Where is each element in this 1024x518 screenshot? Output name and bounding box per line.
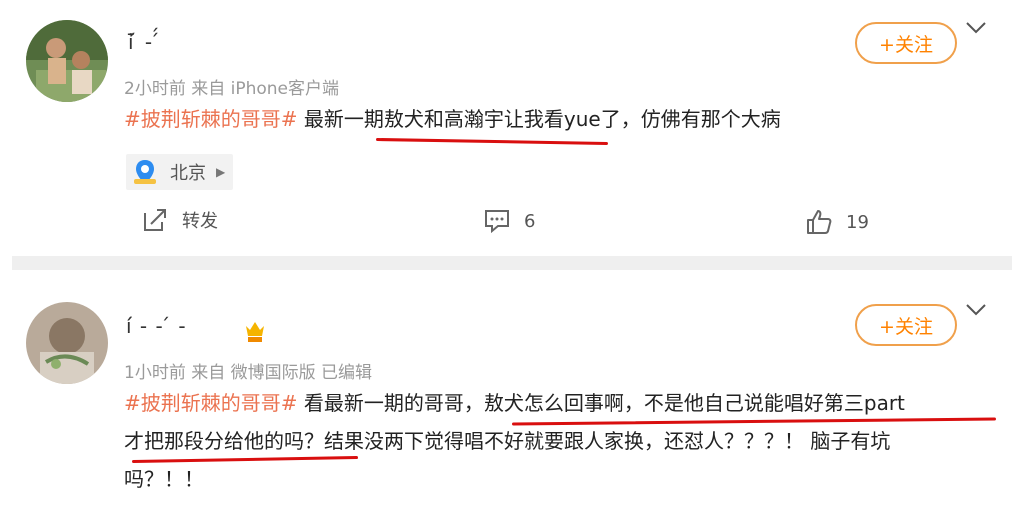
hashtag-link[interactable]: #披荆斩棘的哥哥# [124, 391, 298, 415]
comment-count: 6 [524, 210, 536, 232]
vip-badge-icon [244, 320, 266, 348]
post-text: #披荆斩棘的哥哥# 看最新一期的哥哥，敖犬怎么回事啊，不是他自己说能唱好第三pa… [124, 386, 905, 420]
repost-icon [144, 209, 166, 231]
repost-label: 转发 [182, 211, 218, 232]
post-meta: 2小时前 来自 iPhone客户端 [124, 79, 340, 99]
post-text: #披荆斩棘的哥哥# 最新一期敖犬和高瀚宇让我看yue了，仿佛有那个大病 [124, 102, 781, 136]
avatar[interactable] [26, 302, 108, 384]
hashtag-link[interactable]: #披荆斩棘的哥哥# [124, 107, 298, 131]
location-label: 北京 [170, 163, 206, 184]
chevron-down-icon[interactable] [964, 20, 988, 36]
post-meta: 1小时前 来自 微博国际版 已编辑 [124, 363, 373, 383]
avatar[interactable] [26, 20, 108, 102]
follow-button[interactable]: +关注 [855, 304, 957, 346]
repost-button[interactable]: 转发 [142, 207, 218, 233]
location-tag[interactable]: 北京 ▶ [126, 154, 234, 190]
post-text-line: 最新一期敖犬和高瀚宇让我看yue了，仿佛有那个大病 [303, 107, 781, 131]
thumbs-up-icon [807, 210, 832, 234]
username[interactable]: ı́́ - - ́ - [126, 314, 187, 338]
caret-right-icon: ▶ [216, 165, 226, 179]
post-card-1: ı̇̄ ́ - ́́ 2小时前 来自 iPhone客户端 +关注 #披荆斩棘的哥… [0, 0, 1024, 256]
comment-icon [485, 210, 509, 233]
highlight-underline [375, 137, 609, 146]
post-text-line: 吗？！！ [124, 467, 204, 491]
post-text-line: 看最新一期的哥哥，敖犬怎么回事啊，不是他自己说能唱好第三part [303, 391, 905, 415]
like-count: 19 [846, 211, 869, 233]
follow-button[interactable]: +关注 [855, 22, 957, 64]
feed-divider [12, 256, 1012, 270]
post-text-line: 才把那段分给他的吗？结果没两下觉得唱不好就要跟人家换，还怼人？？？！ 脑子有坑 [124, 429, 891, 453]
comment-button[interactable]: 6 [484, 209, 535, 233]
chevron-down-icon[interactable] [964, 302, 988, 318]
username[interactable]: ı̇̄ ́ - ́́ [128, 30, 160, 54]
post-card-2: ı́́ - - ́ - 1小时前 来自 微博国际版 已编辑 +关注 #披荆斩棘的… [0, 270, 1024, 518]
location-pin-icon [134, 160, 156, 184]
like-button[interactable]: 19 [806, 209, 869, 235]
